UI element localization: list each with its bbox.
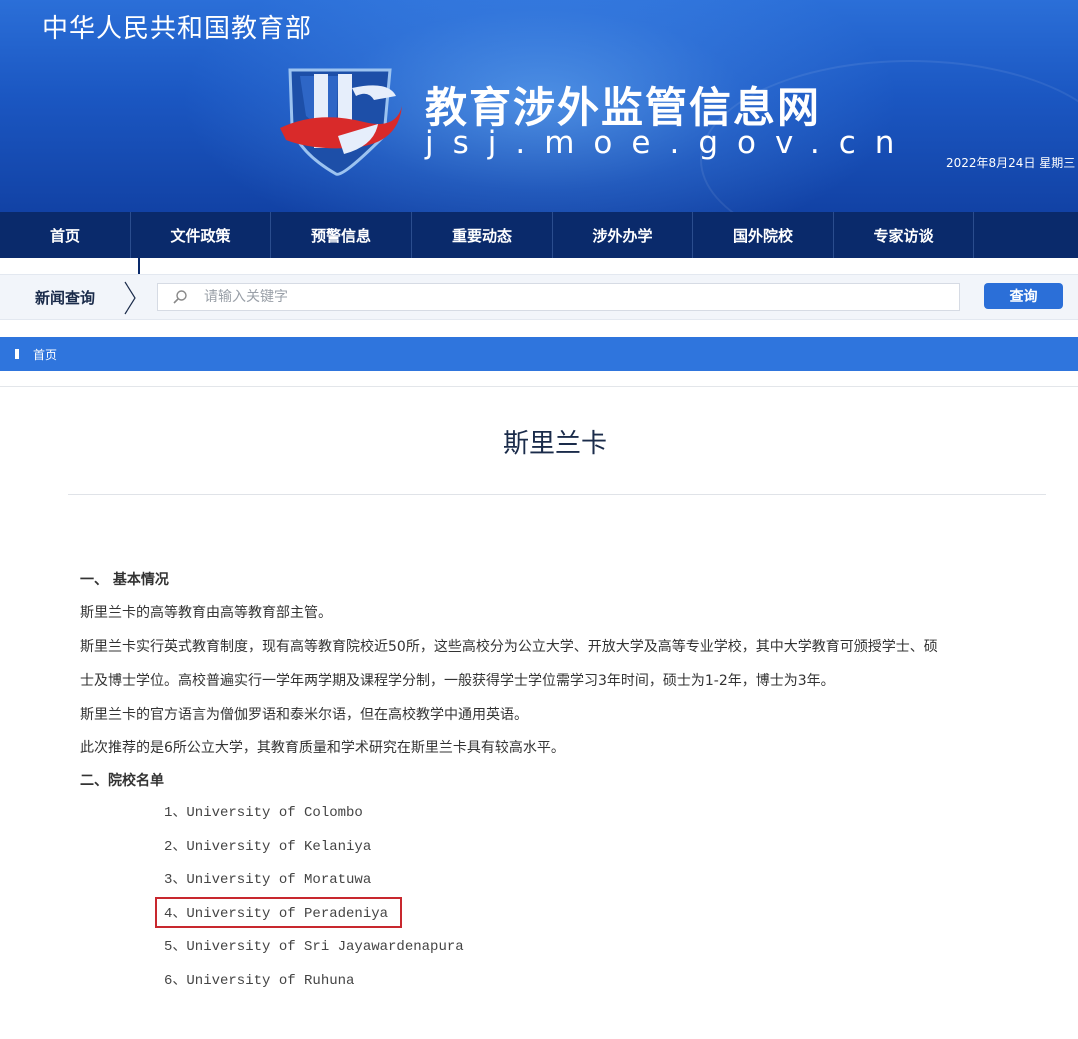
content-divider (0, 386, 1078, 387)
nav-item-warnings[interactable]: 预警信息 (271, 212, 412, 258)
list-item: 2、University of Kelaniya (164, 838, 372, 855)
ministry-name[interactable]: 中华人民共和国教育部 (42, 8, 312, 45)
nav-active-indicator (138, 258, 140, 274)
nav-item-foreign-programs[interactable]: 涉外办学 (553, 212, 693, 258)
breadcrumb-home-link[interactable]: 首页 (33, 346, 57, 363)
jsj-shield-logo-icon[interactable] (278, 66, 408, 178)
nav-item-expert-interviews[interactable]: 专家访谈 (834, 212, 974, 258)
search-label: 新闻查询 (35, 289, 96, 307)
site-banner: 中华人民共和国教育部 教育涉外监管信息网 jsj.moe.gov.cn 2022… (0, 0, 1078, 212)
nav-item-news[interactable]: 重要动态 (412, 212, 553, 258)
search-box (157, 283, 960, 311)
chevron-right-icon (124, 281, 136, 315)
highlight-box (155, 897, 402, 928)
paragraph-1: 斯里兰卡的高等教育由高等教育部主管。 (80, 605, 332, 621)
list-item: 5、University of Sri Jayawardenapura (164, 939, 464, 955)
current-date: 2022年8月24日 星期三 (946, 156, 1076, 170)
search-button[interactable]: 查询 (984, 283, 1063, 309)
nav-item-foreign-institutions[interactable]: 国外院校 (693, 212, 834, 258)
list-item: 1、University of Colombo (164, 805, 363, 821)
search-input[interactable] (204, 289, 924, 305)
breadcrumb: 首页 (0, 337, 1078, 371)
section-heading-basic-info: 一、 基本情况 (80, 572, 169, 588)
nav-item-policy-documents[interactable]: 文件政策 (131, 212, 271, 258)
search-icon (173, 290, 187, 304)
section-heading-institution-list: 二、院校名单 (80, 773, 164, 789)
search-bar: 新闻查询 查询 (0, 274, 1078, 320)
breadcrumb-marker (15, 349, 19, 359)
nav-item-home[interactable]: 首页 (0, 212, 131, 258)
paragraph-2-line-2: 士及博士学位。高校普遍实行一学年两学期及课程学分制，一般获得学士学位需学习3年时… (80, 673, 835, 689)
site-domain: jsj.moe.gov.cn (425, 125, 914, 161)
main-nav: 首页 文件政策 预警信息 重要动态 涉外办学 国外院校 专家访谈 (0, 212, 1078, 258)
paragraph-3: 斯里兰卡的官方语言为僧伽罗语和泰米尔语，但在高校教学中通用英语。 (80, 707, 528, 723)
paragraph-4: 此次推荐的是6所公立大学，其教育质量和学术研究在斯里兰卡具有较高水平。 (80, 740, 565, 756)
article-title: 斯里兰卡 (502, 429, 607, 459)
title-divider (68, 494, 1046, 495)
paragraph-2-line-1: 斯里兰卡实行英式教育制度，现有高等教育院校近50所，这些高校分为公立大学、开放大… (80, 639, 938, 655)
list-item: 6、University of Ruhuna (164, 972, 355, 989)
